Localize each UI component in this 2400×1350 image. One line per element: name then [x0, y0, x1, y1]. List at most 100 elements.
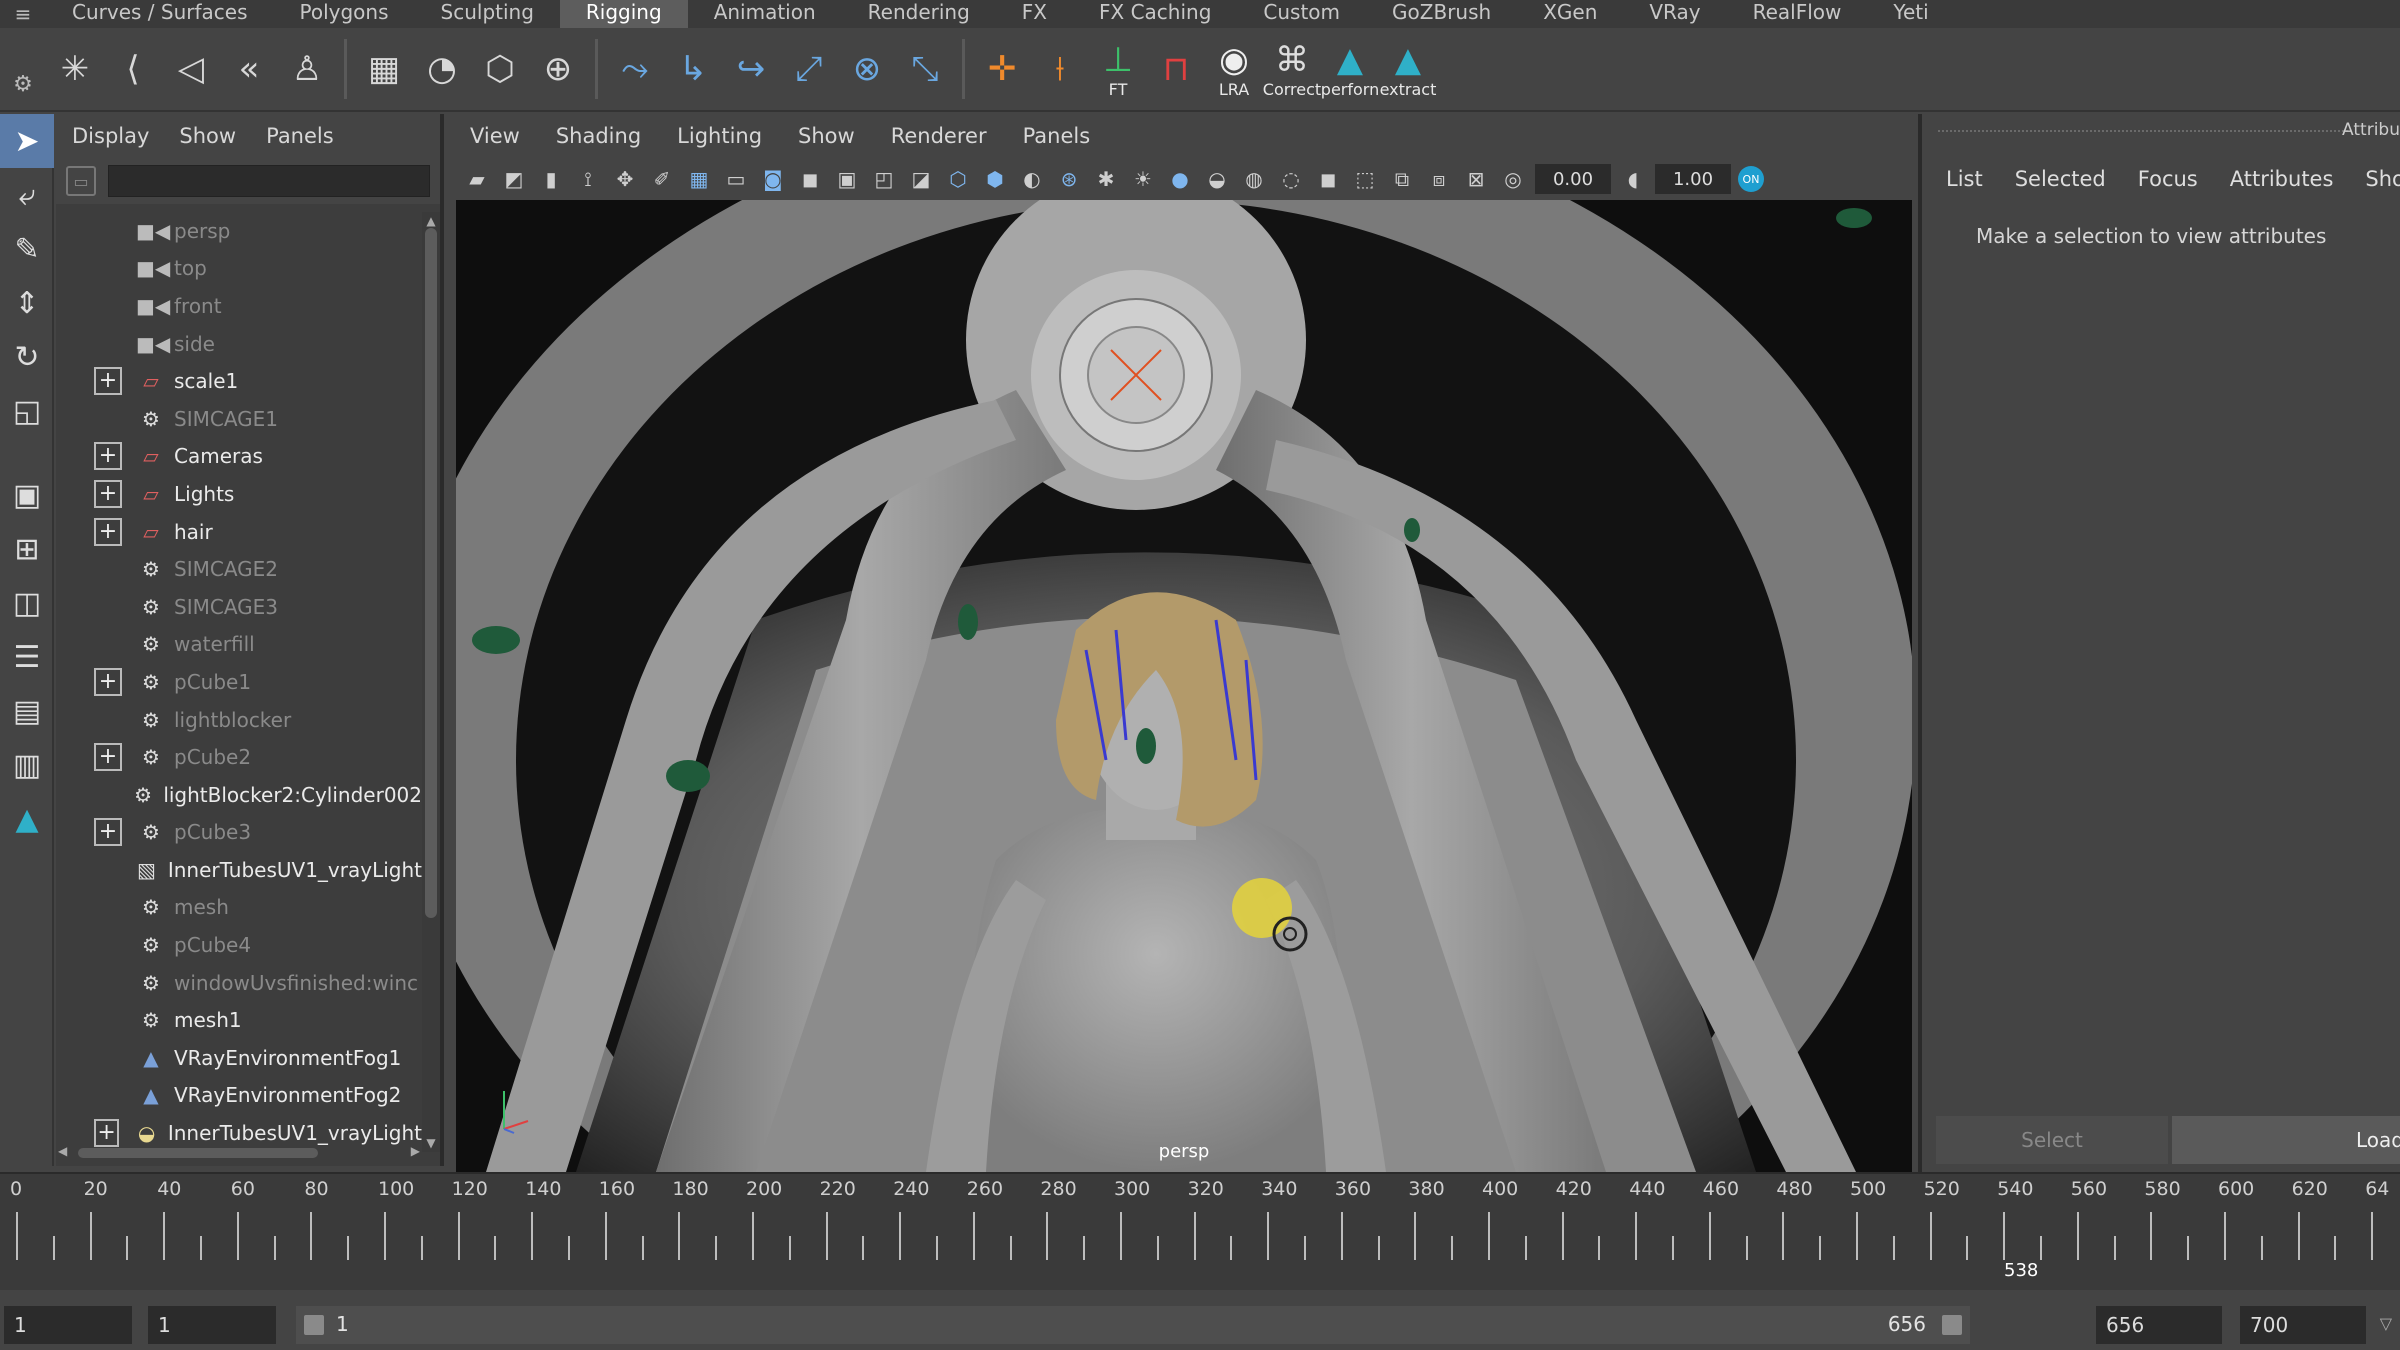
xray-active-components-icon[interactable]: ⧈ — [1424, 167, 1454, 191]
outliner-item[interactable]: + ▱ scale1 — [56, 362, 422, 400]
safe-title-icon[interactable]: ◪ — [906, 167, 936, 191]
outliner-item[interactable]: + ▱ Cameras — [56, 438, 422, 476]
outliner-item[interactable]: + ⚙ pCube2 — [56, 738, 422, 776]
light-gizmo[interactable] — [1836, 208, 1872, 228]
outliner-item[interactable]: ■◀ top — [56, 250, 422, 288]
shelf-tab-curves-surfaces[interactable]: Curves / Surfaces — [46, 0, 274, 28]
outliner-item[interactable]: ■◀ side — [56, 325, 422, 363]
outliner-vertical-scrollbar[interactable]: ▲ ▼ — [422, 212, 440, 1152]
ik-spline-icon[interactable]: ◁ — [162, 37, 220, 101]
attr-menu-selected[interactable]: Selected — [2015, 167, 2106, 191]
wireframe-icon[interactable]: ⬡ — [943, 167, 973, 191]
viewport-menu-view[interactable]: View — [470, 124, 520, 148]
field-chart-icon[interactable]: ▣ — [832, 167, 862, 191]
select-camera-icon[interactable]: ▰ — [462, 167, 492, 191]
cluster-icon[interactable]: ◔ — [413, 37, 471, 101]
insert-joint-icon[interactable]: « — [220, 37, 278, 101]
motion-blur-icon[interactable]: ◒ — [1202, 167, 1232, 191]
viewport-menu-panels[interactable]: Panels — [1023, 124, 1091, 148]
smooth-shade-icon[interactable]: ⬢ — [980, 167, 1010, 191]
backface-culling-icon[interactable]: ⊠ — [1461, 167, 1491, 191]
aim-constraint-icon[interactable]: ↳ — [664, 37, 722, 101]
range-start-handle[interactable] — [304, 1315, 324, 1335]
shelf-settings-gear-icon[interactable]: ⚙ — [0, 27, 46, 111]
expand-plus-icon[interactable]: + — [94, 818, 122, 847]
scroll-left-icon[interactable]: ◀ — [58, 1144, 67, 1158]
textured-icon[interactable]: ⊛ — [1054, 167, 1084, 191]
expand-plus-icon[interactable]: + — [94, 479, 122, 508]
scale-constraint-icon[interactable]: ⤢ — [780, 37, 838, 101]
expand-plus-icon[interactable]: + — [94, 517, 122, 546]
outliner-item[interactable]: ⚙ windowUvsfinished:winc — [56, 964, 422, 1002]
outliner-item[interactable]: + ⚙ pCube1 — [56, 663, 422, 701]
shelf-tab-rendering[interactable]: Rendering — [842, 0, 996, 28]
depth-of-field-icon[interactable]: ◌ — [1276, 167, 1306, 191]
outliner-filter-icon[interactable]: ▭ — [66, 166, 96, 196]
outliner-item[interactable]: ■◀ persp — [56, 212, 422, 250]
film-gate-icon[interactable]: ▭ — [721, 167, 751, 191]
ambient-occlusion-icon[interactable]: ● — [1165, 167, 1195, 191]
expand-plus-icon[interactable]: + — [94, 442, 122, 471]
attr-menu-focus[interactable]: Focus — [2138, 167, 2198, 191]
multisample-aa-icon[interactable]: ◍ — [1239, 167, 1269, 191]
grease-pencil-icon[interactable]: ✐ — [647, 167, 677, 191]
outliner-hscroll-thumb[interactable] — [78, 1148, 318, 1158]
outliner-item[interactable]: ▲ VRayEnvironmentFog2 — [56, 1077, 422, 1115]
lasso-select-icon[interactable]: ⤶ — [0, 168, 54, 222]
scale-tool-icon[interactable]: ◱ — [0, 384, 54, 438]
viewport-menu-renderer[interactable]: Renderer — [891, 124, 987, 148]
range-end-handle[interactable] — [1942, 1315, 1962, 1335]
outliner-item[interactable]: ▲ VRayEnvironmentFog1 — [56, 1039, 422, 1077]
animation-end-field[interactable]: 700 — [2240, 1306, 2366, 1344]
perspective-viewport[interactable]: persp — [456, 200, 1912, 1172]
outliner-item[interactable]: ⚙ mesh — [56, 889, 422, 927]
scroll-up-icon[interactable]: ▲ — [424, 214, 438, 228]
parent-constraint-icon[interactable]: ⊗ — [838, 37, 896, 101]
custom-tool-plus-icon[interactable]: ✛ — [973, 37, 1031, 101]
gamma-field[interactable]: 1.00 — [1655, 164, 1731, 194]
paint-select-icon[interactable]: ✎ — [0, 222, 54, 276]
viewport-menu-lighting[interactable]: Lighting — [677, 124, 762, 148]
use-all-lights-icon[interactable]: ✱ — [1091, 167, 1121, 191]
range-slider[interactable]: 1 656 — [296, 1306, 1970, 1344]
expand-plus-icon[interactable]: + — [94, 1119, 120, 1148]
light-gizmo[interactable] — [1136, 728, 1156, 764]
resolution-gate-icon[interactable]: ◙ — [758, 167, 788, 191]
color-management-toggle[interactable]: ON — [1738, 166, 1764, 192]
extract-tool-icon[interactable]: ▲ extract — [1379, 37, 1437, 101]
playback-start-field[interactable]: 1 — [148, 1306, 276, 1344]
shelf-tab-yeti[interactable]: Yeti — [1867, 0, 1954, 28]
orient-constraint-icon[interactable]: ↪ — [722, 37, 780, 101]
shelf-tab-fx[interactable]: FX — [996, 0, 1073, 28]
attr-menu-list[interactable]: List — [1946, 167, 1983, 191]
safe-action-icon[interactable]: ◰ — [869, 167, 899, 191]
viewport-menu-show[interactable]: Show — [798, 124, 855, 148]
outliner-menu-show[interactable]: Show — [179, 124, 236, 148]
side-by-side-layout-icon[interactable]: ◫ — [0, 576, 54, 630]
scroll-down-icon[interactable]: ▼ — [424, 1136, 438, 1150]
wire-icon[interactable]: ⊕ — [529, 37, 587, 101]
xray-icon[interactable]: ⬚ — [1350, 167, 1380, 191]
playback-end-field[interactable]: 656 — [2096, 1306, 2222, 1344]
custom-tool-joint-icon[interactable]: ⟊ — [1031, 37, 1089, 101]
outliner-item[interactable]: ■◀ front — [56, 287, 422, 325]
outliner-item[interactable]: ⚙ waterfill — [56, 626, 422, 664]
outliner-scroll-thumb[interactable] — [425, 228, 437, 918]
attr-menu-attributes[interactable]: Attributes — [2230, 167, 2334, 191]
lattice-icon[interactable]: ▦ — [355, 37, 413, 101]
outliner-item[interactable]: + ▱ hair — [56, 513, 422, 551]
gate-mask-icon[interactable]: ◼ — [795, 167, 825, 191]
select-tool-icon[interactable]: ➤ — [0, 114, 54, 168]
outliner-menu-panels[interactable]: Panels — [266, 124, 334, 148]
single-pane-layout-icon[interactable]: ▣ — [0, 468, 54, 522]
outliner-item[interactable]: ⚙ lightblocker — [56, 701, 422, 739]
shelf-tab-animation[interactable]: Animation — [688, 0, 842, 28]
viewport-menu-shading[interactable]: Shading — [556, 124, 641, 148]
expand-plus-icon[interactable]: + — [94, 367, 122, 396]
light-gizmo[interactable] — [472, 626, 520, 654]
humanik-icon[interactable]: ♙ — [278, 37, 336, 101]
shelf-menu-icon[interactable]: ≡ — [0, 0, 46, 28]
camera-attributes-icon[interactable]: ◩ — [499, 167, 529, 191]
ft-tool-icon[interactable]: ⊥ FT — [1089, 37, 1147, 101]
attribute-editor-handle[interactable]: Attribu — [1922, 114, 2400, 154]
